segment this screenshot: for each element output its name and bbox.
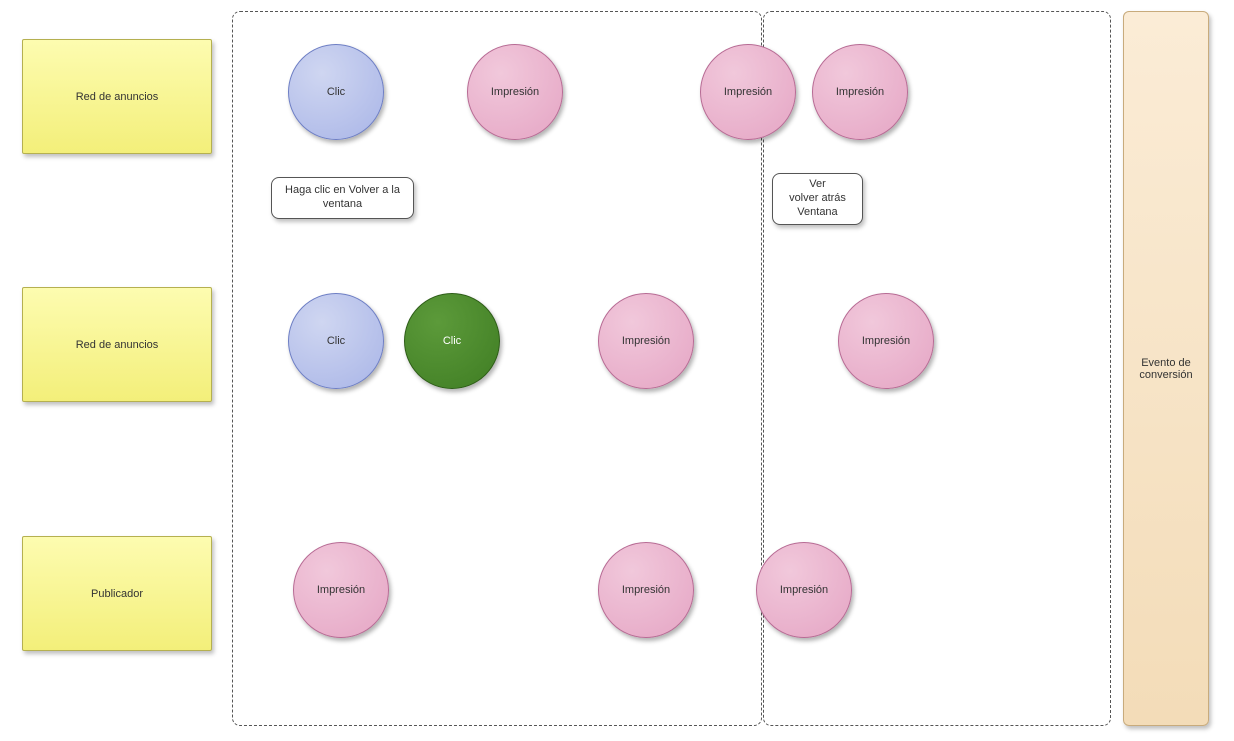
- event-clic-row2-green: Clic: [404, 293, 500, 389]
- source-box-label: Red de anuncios: [76, 339, 159, 351]
- conversion-event-label: Evento de conversión: [1134, 357, 1198, 381]
- event-label: Impresión: [724, 86, 772, 98]
- event-label: Impresión: [317, 584, 365, 596]
- event-label: Impresión: [622, 584, 670, 596]
- note-text: Ver volver atrás Ventana: [789, 178, 846, 219]
- source-box-label: Red de anuncios: [76, 91, 159, 103]
- source-box-ad-network-2: Red de anuncios: [22, 287, 212, 402]
- event-clic-row2-blue: Clic: [288, 293, 384, 389]
- source-box-publisher: Publicador: [22, 536, 212, 651]
- event-impresion-row3-b: Impresión: [598, 542, 694, 638]
- note-view-back: Ver volver atrás Ventana: [772, 173, 863, 225]
- event-label: Clic: [327, 86, 345, 98]
- conversion-event-box: Evento de conversión: [1123, 11, 1209, 726]
- event-impresion-row1-c: Impresión: [812, 44, 908, 140]
- event-clic-row1: Clic: [288, 44, 384, 140]
- event-impresion-row2-b: Impresión: [838, 293, 934, 389]
- source-box-ad-network-1: Red de anuncios: [22, 39, 212, 154]
- event-impresion-row1-b: Impresión: [700, 44, 796, 140]
- event-impresion-row2-a: Impresión: [598, 293, 694, 389]
- event-impresion-row1-a: Impresión: [467, 44, 563, 140]
- event-label: Impresión: [836, 86, 884, 98]
- event-label: Clic: [327, 335, 345, 347]
- event-label: Impresión: [862, 335, 910, 347]
- note-click-back: Haga clic en Volver a la ventana: [271, 177, 414, 219]
- event-label: Impresión: [491, 86, 539, 98]
- event-label: Impresión: [622, 335, 670, 347]
- event-label: Clic: [443, 335, 461, 347]
- note-text: Haga clic en Volver a la ventana: [282, 184, 403, 212]
- event-impresion-row3-c: Impresión: [756, 542, 852, 638]
- event-label: Impresión: [780, 584, 828, 596]
- source-box-label: Publicador: [91, 588, 143, 600]
- event-impresion-row3-a: Impresión: [293, 542, 389, 638]
